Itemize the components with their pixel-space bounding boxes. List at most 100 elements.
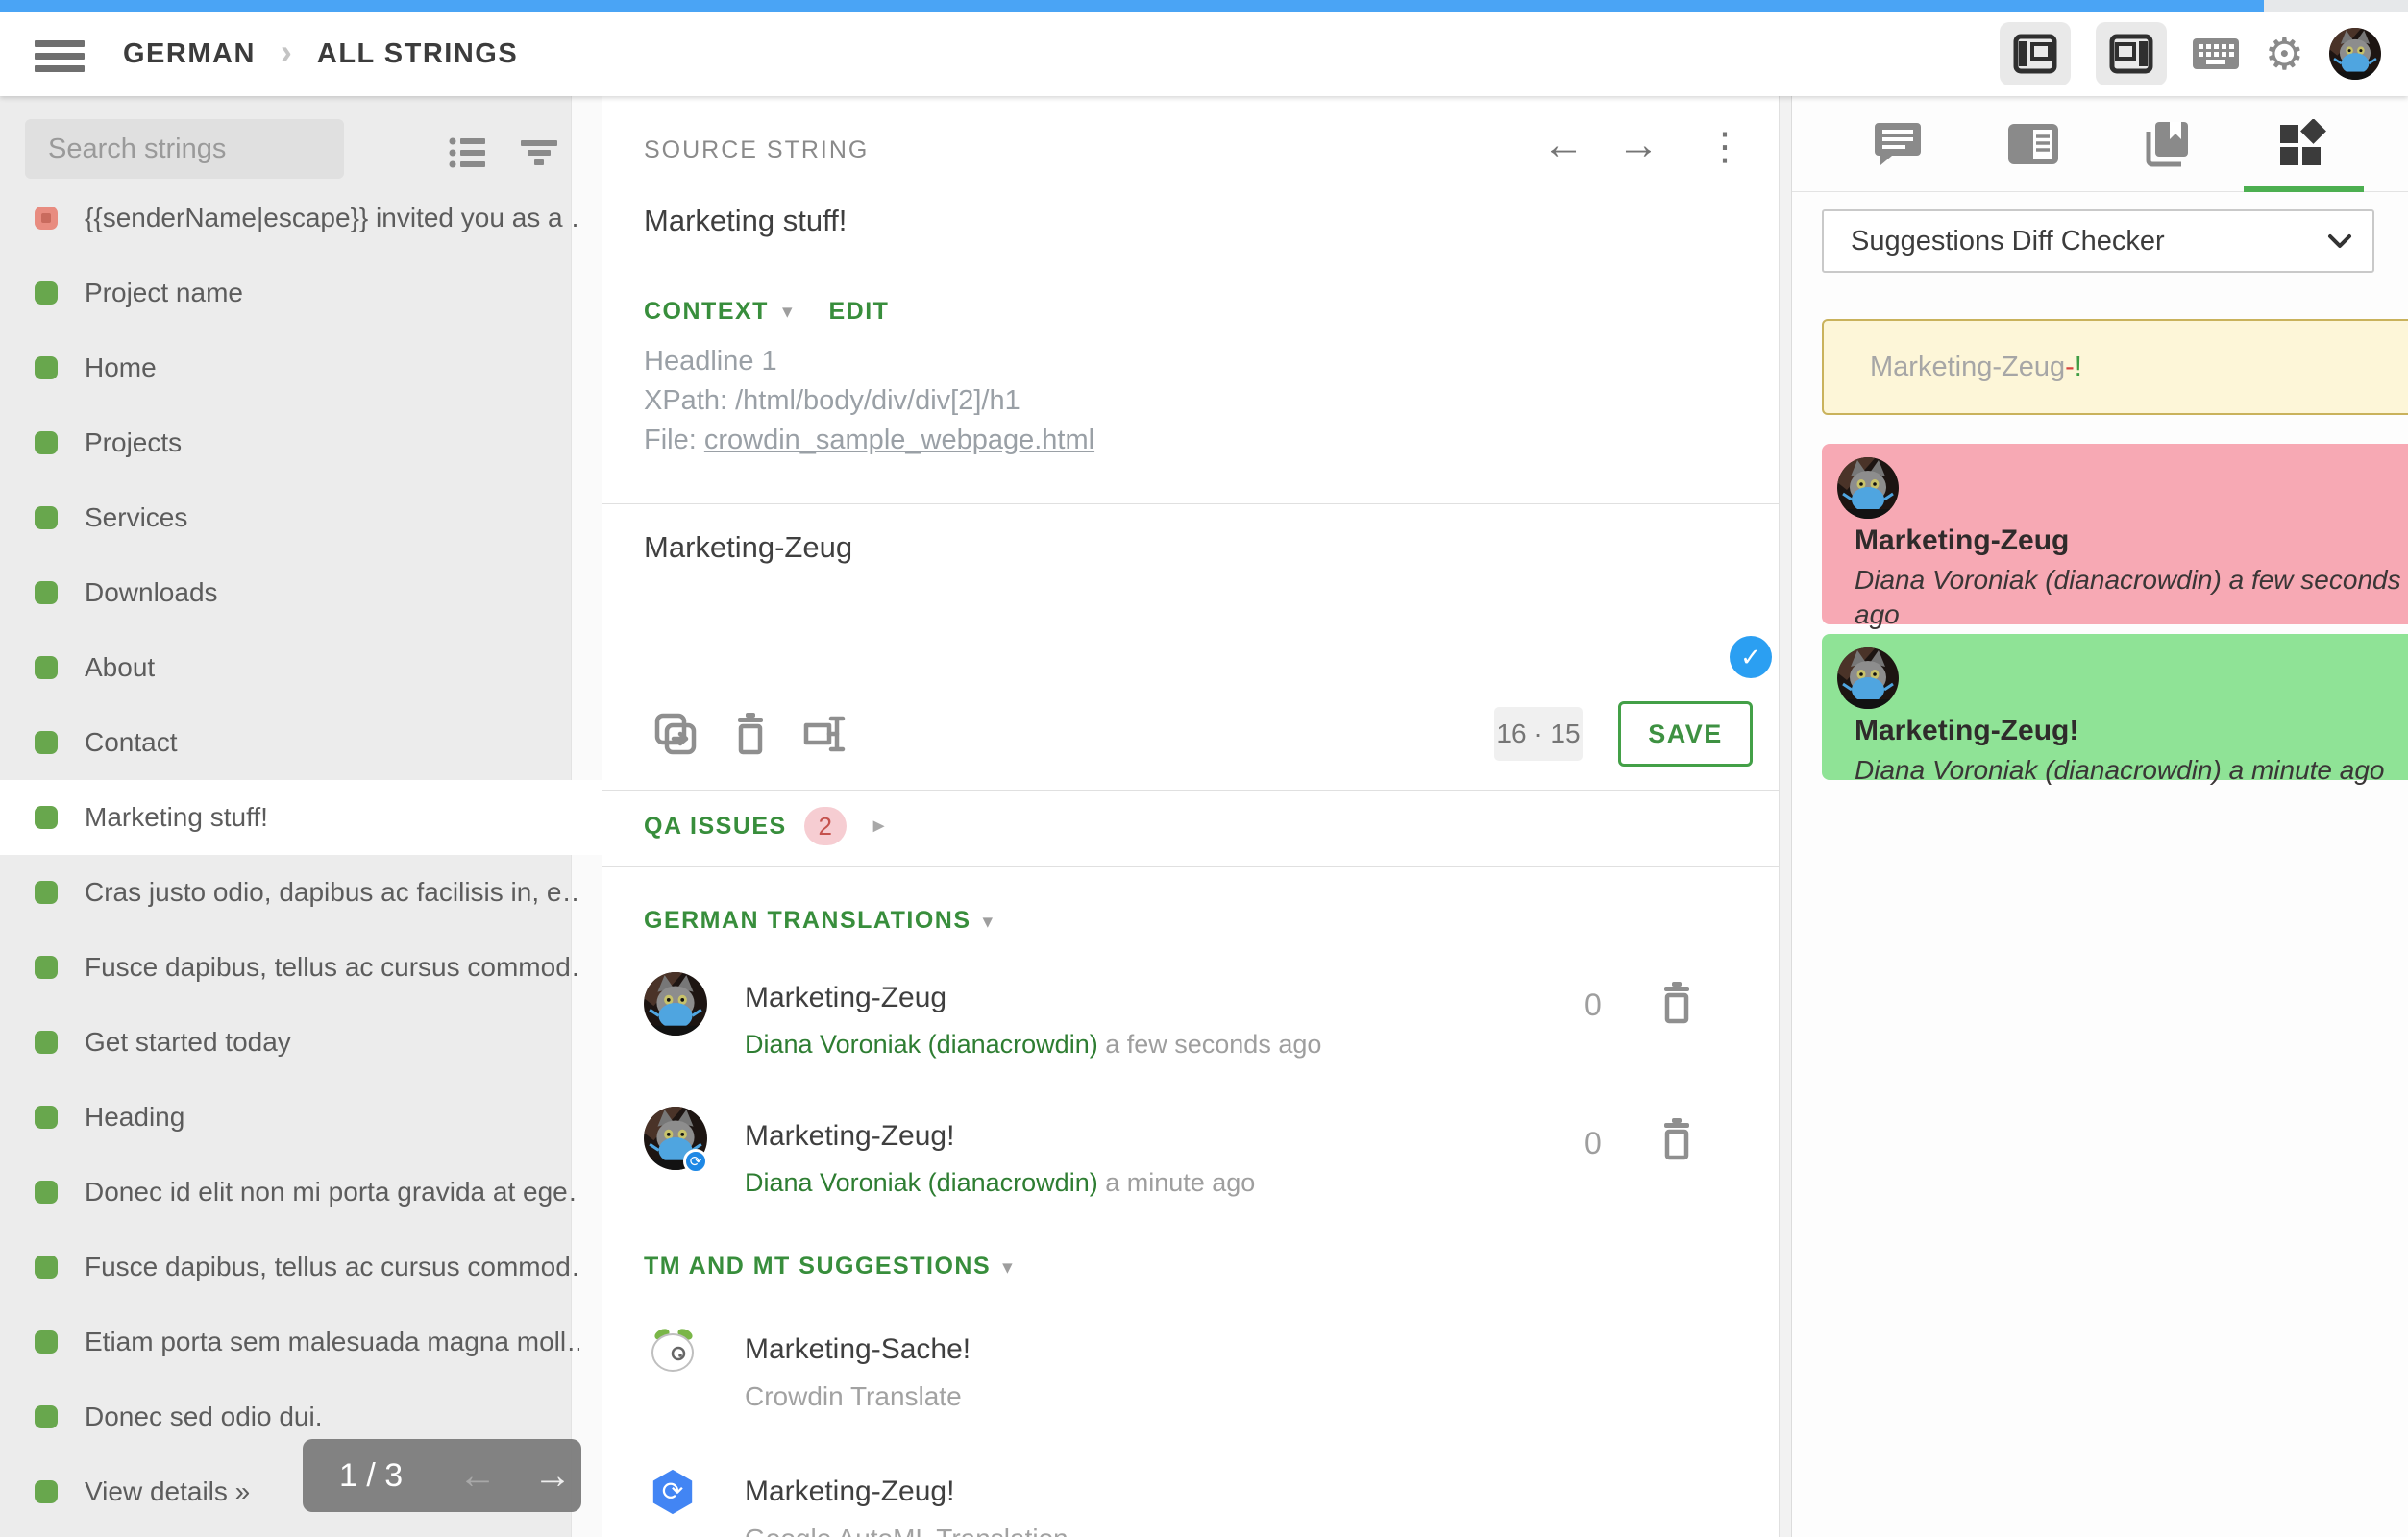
section-caret-icon: ▾ — [1002, 1256, 1014, 1279]
keyboard-shortcuts-button[interactable] — [2192, 37, 2240, 71]
suggestion-avatar — [1837, 457, 1899, 519]
previous-string-icon[interactable]: ← — [1542, 121, 1585, 169]
string-list-item[interactable]: About — [0, 630, 602, 705]
string-list-item[interactable]: Project name — [0, 256, 602, 330]
string-options-kebab-icon[interactable]: ⋮ — [1706, 125, 1744, 169]
diff-suggestion-added[interactable]: Marketing-Zeug! Diana Voroniak (dianacro… — [1822, 634, 2408, 780]
string-list-item[interactable]: Fusce dapibus, tellus ac cursus commod… — [0, 930, 602, 1005]
tab-apps-active[interactable] — [2249, 96, 2355, 192]
string-status-icon — [35, 806, 58, 829]
string-status-icon — [35, 356, 58, 379]
tab-comments[interactable] — [1845, 96, 1951, 192]
svg-text:⟳: ⟳ — [662, 1477, 684, 1507]
suggestion-meta: Diana Voroniak (dianacrowdin) a few seco… — [1855, 563, 2407, 632]
filter-strings-icon[interactable] — [519, 133, 559, 173]
string-list-item[interactable]: Get started today — [0, 1005, 602, 1080]
tab-context-reader[interactable] — [1980, 96, 2086, 192]
qa-expand-arrow-icon[interactable]: ► — [870, 816, 889, 838]
translation-text[interactable]: Marketing-Zeug — [745, 982, 946, 1014]
string-status-icon — [35, 581, 58, 604]
context-file-line: File: crowdin_sample_webpage.html — [644, 421, 1094, 460]
string-list: {{senderName|escape}} invited you as a …… — [0, 181, 602, 1529]
translator-name[interactable]: Diana Voroniak (dianacrowdin) — [745, 1030, 1098, 1059]
previous-page-icon[interactable]: ← — [458, 1454, 497, 1498]
string-list-item[interactable]: Home — [0, 330, 602, 405]
chevron-right-icon: › — [281, 32, 292, 72]
translation-text[interactable]: Marketing-Zeug! — [745, 1120, 954, 1153]
tm-suggestions-header[interactable]: TM AND MT SUGGESTIONS▾ — [644, 1253, 1014, 1281]
diff-suggestion-removed[interactable]: Marketing-Zeug Diana Voroniak (dianacrow… — [1822, 444, 2408, 624]
app-selector-dropdown[interactable]: Suggestions Diff Checker — [1822, 209, 2374, 273]
approved-check-icon[interactable]: ✓ — [1730, 636, 1772, 678]
search-strings-input[interactable] — [25, 119, 344, 179]
dropdown-selected-value: Suggestions Diff Checker — [1851, 226, 2326, 257]
string-list-item[interactable]: {{senderName|escape}} invited you as a … — [0, 181, 602, 256]
glossary-book-icon — [2143, 120, 2191, 168]
context-edit-button[interactable]: EDIT — [829, 298, 890, 326]
string-status-icon — [35, 506, 58, 529]
string-list-item[interactable]: Heading — [0, 1080, 602, 1155]
string-status-icon — [35, 956, 58, 979]
breadcrumb-language[interactable]: GERMAN — [123, 38, 256, 70]
delete-translation-icon[interactable] — [1656, 980, 1698, 1026]
string-list-item[interactable]: Fusce dapibus, tellus ac cursus commod… — [0, 1230, 602, 1305]
tm-suggestion-text[interactable]: Marketing-Sache! — [745, 1333, 971, 1366]
copy-source-icon[interactable] — [652, 711, 699, 757]
string-status-icon — [35, 1330, 58, 1354]
string-list-item[interactable]: Projects — [0, 405, 602, 480]
string-list-item[interactable]: Services — [0, 480, 602, 555]
layout-left-panel-button[interactable] — [2000, 22, 2071, 85]
user-avatar[interactable] — [2329, 28, 2381, 80]
string-list-item[interactable]: Contact — [0, 705, 602, 780]
widgets-icon — [2277, 119, 2327, 169]
clear-translation-trash-icon[interactable] — [727, 711, 774, 757]
translation-progress-fill — [0, 0, 2264, 12]
string-status-icon — [35, 1031, 58, 1054]
qa-issues-label[interactable]: QA ISSUES — [644, 813, 787, 841]
translation-input[interactable]: Marketing-Zeug — [644, 530, 852, 565]
string-list-item[interactable]: Etiam porta sem malesuada magna moll… — [0, 1305, 602, 1379]
qa-issues-count-badge: 2 — [804, 807, 847, 845]
settings-gear-icon[interactable]: ⚙ — [2265, 32, 2304, 76]
translation-time: a minute ago — [1098, 1168, 1256, 1197]
character-counter: 16 · 15 — [1494, 707, 1583, 761]
string-status-icon — [35, 1106, 58, 1129]
context-toggle[interactable]: CONTEXT — [644, 298, 769, 326]
select-text-cursor-icon[interactable] — [800, 711, 847, 757]
translation-meta: Diana Voroniak (dianacrowdin) a few seco… — [745, 1030, 1321, 1060]
string-list-item[interactable]: Donec id elit non mi porta gravida at eg… — [0, 1155, 602, 1230]
right-panel-tabs — [1792, 96, 2408, 192]
breadcrumb-strings-filter[interactable]: ALL STRINGS — [317, 38, 518, 70]
translator-name[interactable]: Diana Voroniak (dianacrowdin) — [745, 1168, 1098, 1197]
delete-translation-icon[interactable] — [1656, 1116, 1698, 1162]
string-status-icon — [35, 281, 58, 305]
menu-icon[interactable] — [35, 40, 85, 73]
tm-suggestion-text[interactable]: Marketing-Zeug! — [745, 1476, 954, 1508]
string-list-pagination: 1 / 3 ← → — [303, 1439, 581, 1512]
section-caret-icon: ▾ — [983, 911, 995, 933]
top-bar: GERMAN › ALL STRINGS — [0, 0, 2408, 96]
main-panel-scrollbar[interactable] — [1779, 96, 1792, 1537]
layout-right-panel-button[interactable] — [2096, 22, 2167, 85]
translation-meta: Diana Voroniak (dianacrowdin) a minute a… — [745, 1168, 1255, 1198]
german-translations-header[interactable]: GERMAN TRANSLATIONS▾ — [644, 907, 995, 935]
diff-added-text: ! — [2075, 352, 2082, 382]
tab-glossary[interactable] — [2114, 96, 2220, 192]
string-status-icon — [35, 656, 58, 679]
keyboard-icon — [2192, 37, 2240, 71]
next-page-icon[interactable]: → — [533, 1454, 572, 1498]
translation-progress-bar — [0, 0, 2408, 12]
string-list-item[interactable]: Cras justo odio, dapibus ac facilisis in… — [0, 855, 602, 930]
context-file-link[interactable]: crowdin_sample_webpage.html — [704, 425, 1094, 455]
string-list-item[interactable]: Downloads — [0, 555, 602, 630]
tm-provider: Crowdin Translate — [745, 1381, 962, 1412]
save-button[interactable]: SAVE — [1618, 701, 1753, 767]
crowdin-translate-icon — [649, 1326, 697, 1374]
string-list-view-icon[interactable] — [447, 133, 487, 173]
next-string-icon[interactable]: → — [1617, 121, 1659, 169]
string-status-icon — [35, 1405, 58, 1428]
translation-time: a few seconds ago — [1098, 1030, 1322, 1059]
suggestion-avatar — [1837, 647, 1899, 709]
source-string-section-title: SOURCE STRING — [644, 136, 869, 164]
string-list-item-selected[interactable]: Marketing stuff! — [0, 780, 602, 855]
